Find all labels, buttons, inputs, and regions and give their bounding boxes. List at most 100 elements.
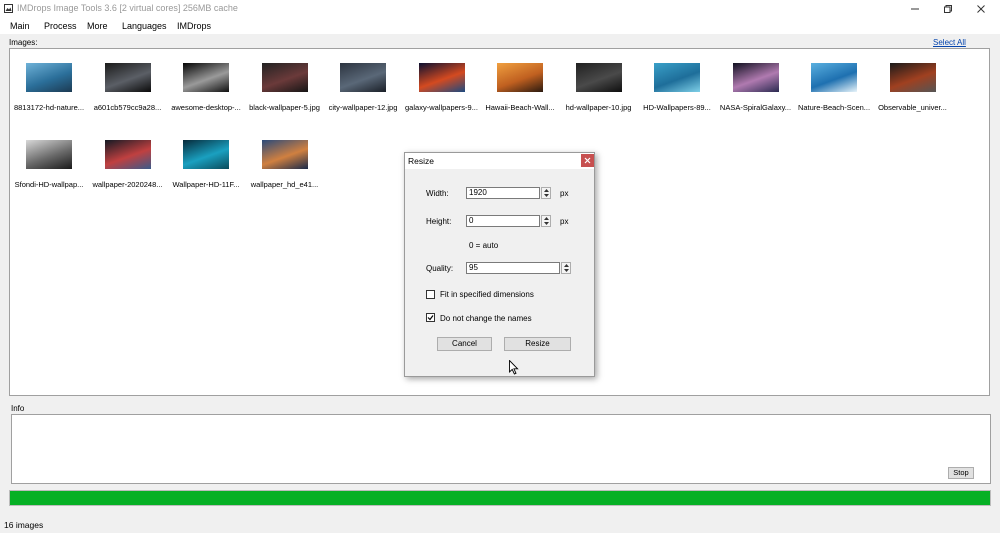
auto-hint: 0 = auto <box>469 241 499 250</box>
image-thumbnail <box>104 140 151 169</box>
image-item[interactable]: a601cb579cc9a28... <box>89 53 167 115</box>
window-title: IMDrops Image Tools 3.6 [2 virtual cores… <box>17 3 238 13</box>
image-filename: awesome-desktop-... <box>171 103 241 112</box>
image-filename: HD-Wallpapers-89... <box>643 103 711 112</box>
image-thumbnail <box>340 63 386 92</box>
close-button[interactable] <box>966 0 996 18</box>
width-label: Width: <box>426 189 449 198</box>
image-thumbnail <box>26 140 72 169</box>
image-filename: Sfondi-HD-wallpap... <box>14 180 84 189</box>
image-item[interactable]: 8813172-hd-nature... <box>10 53 88 115</box>
image-item[interactable]: Hawaii-Beach-Wall... <box>481 53 559 115</box>
minimize-icon <box>911 8 919 10</box>
menu-languages[interactable]: Languages <box>122 21 167 31</box>
image-item[interactable]: awesome-desktop-... <box>167 53 245 115</box>
image-thumbnail <box>497 63 543 92</box>
quality-input[interactable]: 95 <box>466 262 560 274</box>
image-filename: NASA-SpiralGalaxy... <box>719 103 792 112</box>
height-label: Height: <box>426 217 452 226</box>
menu-bar: Main Process More Languages IMDrops <box>0 18 1000 34</box>
quality-stepper: 95 <box>466 262 572 274</box>
close-icon <box>584 157 591 164</box>
images-label: Images: <box>9 38 38 47</box>
stop-button[interactable]: Stop <box>948 467 974 479</box>
image-filename: Observable_univer... <box>878 103 947 112</box>
height-stepper: 0 <box>466 215 552 227</box>
chevron-up-icon <box>543 217 549 220</box>
height-spin-down[interactable] <box>542 221 550 226</box>
mouse-cursor-icon <box>509 360 519 375</box>
keep-names-label[interactable]: Do not change the names <box>440 314 532 323</box>
image-filename: wallpaper_hd_e41... <box>250 180 319 189</box>
dialog-close-button[interactable] <box>581 154 594 167</box>
image-thumbnail <box>654 63 700 92</box>
image-item[interactable]: galaxy-wallpapers-9... <box>403 53 481 115</box>
menu-imdrops[interactable]: IMDrops <box>177 21 211 31</box>
image-item[interactable]: wallpaper-2020248... <box>89 130 167 192</box>
image-filename: galaxy-wallpapers-9... <box>405 103 478 112</box>
image-item[interactable]: wallpaper_hd_e41... <box>246 130 324 192</box>
progress-bar <box>9 490 991 506</box>
checkmark-icon <box>427 315 434 321</box>
image-thumbnail <box>104 63 151 92</box>
menu-main[interactable]: Main <box>10 21 30 31</box>
image-filename: city-wallpaper-12.jpg <box>328 103 398 112</box>
app-icon <box>4 4 13 13</box>
image-filename: Wallpaper-HD-11F... <box>172 180 240 189</box>
fit-dimensions-label[interactable]: Fit in specified dimensions <box>440 290 534 299</box>
image-filename: 8813172-hd-nature... <box>13 103 85 112</box>
minimize-button[interactable] <box>900 0 930 18</box>
resize-button[interactable]: Resize <box>504 337 571 351</box>
image-filename: Nature-Beach-Scen... <box>797 103 871 112</box>
dialog-title: Resize <box>408 156 434 166</box>
image-thumbnail <box>26 63 72 92</box>
image-filename: wallpaper-2020248... <box>92 180 163 189</box>
quality-spin-buttons <box>561 262 571 274</box>
image-thumbnail <box>418 63 465 92</box>
image-thumbnail <box>732 63 779 92</box>
image-item[interactable]: Observable_univer... <box>874 53 952 115</box>
image-thumbnail <box>183 140 229 169</box>
select-all-link[interactable]: Select All <box>933 38 966 47</box>
image-item[interactable]: NASA-SpiralGalaxy... <box>717 53 795 115</box>
restore-icon <box>944 5 952 13</box>
chevron-down-icon <box>543 194 549 197</box>
image-item[interactable]: HD-Wallpapers-89... <box>638 53 716 115</box>
height-input[interactable]: 0 <box>466 215 540 227</box>
width-stepper: 1920 <box>466 187 552 199</box>
image-filename: a601cb579cc9a28... <box>93 103 162 112</box>
chevron-up-icon <box>543 189 549 192</box>
cancel-button[interactable]: Cancel <box>437 337 492 351</box>
quality-label: Quality: <box>426 264 454 273</box>
menu-process[interactable]: Process <box>44 21 77 31</box>
width-spin-buttons <box>541 187 551 199</box>
image-item[interactable]: Wallpaper-HD-11F... <box>167 130 245 192</box>
image-thumbnail <box>889 63 936 92</box>
image-item[interactable]: black-wallpaper-5.jpg <box>246 53 324 115</box>
info-panel <box>11 414 991 484</box>
fit-dimensions-checkbox[interactable] <box>426 290 435 299</box>
image-item[interactable]: Nature-Beach-Scen... <box>795 53 873 115</box>
dialog-title-bar: Resize <box>405 153 594 169</box>
chevron-up-icon <box>563 264 569 267</box>
image-item[interactable]: city-wallpaper-12.jpg <box>324 53 402 115</box>
info-label: Info <box>11 404 25 413</box>
width-input[interactable]: 1920 <box>466 187 540 199</box>
image-filename: hd-wallpaper-10.jpg <box>565 103 632 112</box>
image-item[interactable]: Sfondi-HD-wallpap... <box>10 130 88 192</box>
image-filename: Hawaii-Beach-Wall... <box>485 103 555 112</box>
resize-dialog: Resize Width: 1920 px Height: 0 px 0 = a… <box>404 152 595 377</box>
status-text: 16 images <box>4 520 44 530</box>
width-unit: px <box>560 189 569 198</box>
keep-names-checkbox[interactable] <box>426 313 435 322</box>
height-unit: px <box>560 217 569 226</box>
menu-more[interactable]: More <box>87 21 108 31</box>
close-icon <box>977 5 985 13</box>
progress-fill <box>10 491 990 505</box>
width-spin-down[interactable] <box>542 193 550 198</box>
chevron-down-icon <box>543 222 549 225</box>
height-spin-buttons <box>541 215 551 227</box>
image-item[interactable]: hd-wallpaper-10.jpg <box>560 53 638 115</box>
restore-button[interactable] <box>933 0 963 18</box>
quality-spin-down[interactable] <box>562 268 570 273</box>
